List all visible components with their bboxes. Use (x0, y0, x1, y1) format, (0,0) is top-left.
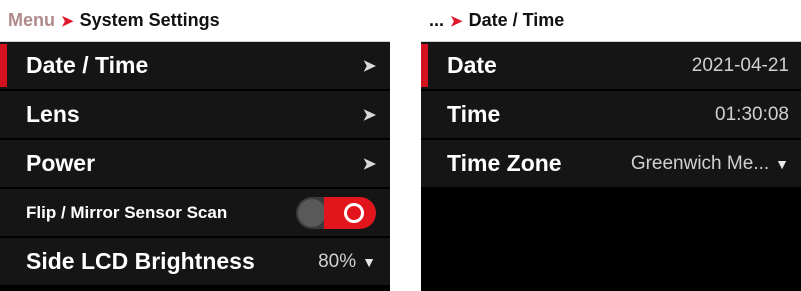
menu-item-flip-mirror-sensor-scan: Flip / Mirror Sensor Scan (0, 189, 390, 238)
menu-item-time-zone[interactable]: Time Zone Greenwich Me... ▼ (421, 140, 801, 189)
flip-mirror-toggle[interactable] (296, 196, 376, 229)
dropdown-arrow-icon: ▼ (362, 253, 376, 270)
menu-item-label: Time (447, 101, 501, 127)
breadcrumb-menu-link[interactable]: Menu (8, 10, 55, 31)
page-title: System Settings (79, 10, 220, 30)
menu-item-label: Date / Time (26, 52, 149, 78)
menu-item-lens[interactable]: Lens ➤ (0, 91, 390, 140)
menu-item-time[interactable]: Time 01:30:08 (421, 91, 801, 140)
dropdown-arrow-icon: ▼ (775, 155, 789, 172)
breadcrumb: Menu ➤ System Settings (0, 0, 390, 42)
menu-item-label: Date (447, 52, 497, 78)
chevron-right-icon: ➤ (362, 106, 376, 124)
menu-item-label: Power (26, 150, 96, 176)
menu-item-label: Lens (26, 101, 80, 127)
menu-item-label: Time Zone (447, 150, 562, 176)
menu-item-label: Flip / Mirror Sensor Scan (26, 202, 228, 222)
breadcrumb-back-link[interactable]: ... (429, 10, 444, 31)
system-settings-panel: Menu ➤ System Settings Date / Time ➤ Len… (0, 0, 390, 291)
menu-item-date-time[interactable]: Date / Time ➤ (0, 42, 390, 91)
menu-item-label: Side LCD Brightness (26, 248, 255, 274)
toggle-on-ring-icon (344, 202, 364, 223)
breadcrumb-separator-icon: ➤ (61, 12, 74, 30)
menu-item-date[interactable]: Date 2021-04-21 (421, 42, 801, 91)
toggle-off-knob (298, 198, 326, 227)
time-value: 01:30:08 (715, 103, 789, 125)
chevron-right-icon: ➤ (362, 155, 376, 173)
page-title: Date / Time (468, 10, 565, 30)
date-time-panel: ... ➤ Date / Time Date 2021-04-21 Time 0… (421, 0, 801, 291)
brightness-value: 80% (318, 250, 357, 272)
date-value: 2021-04-21 (691, 54, 789, 76)
breadcrumb-separator-icon: ➤ (450, 12, 463, 30)
time-zone-value: Greenwich Me... (630, 152, 770, 174)
menu-item-side-lcd-brightness[interactable]: Side LCD Brightness 80% ▼ (0, 238, 390, 287)
chevron-right-icon: ➤ (362, 57, 376, 75)
breadcrumb: ... ➤ Date / Time (421, 0, 801, 42)
menu-item-power[interactable]: Power ➤ (0, 140, 390, 189)
